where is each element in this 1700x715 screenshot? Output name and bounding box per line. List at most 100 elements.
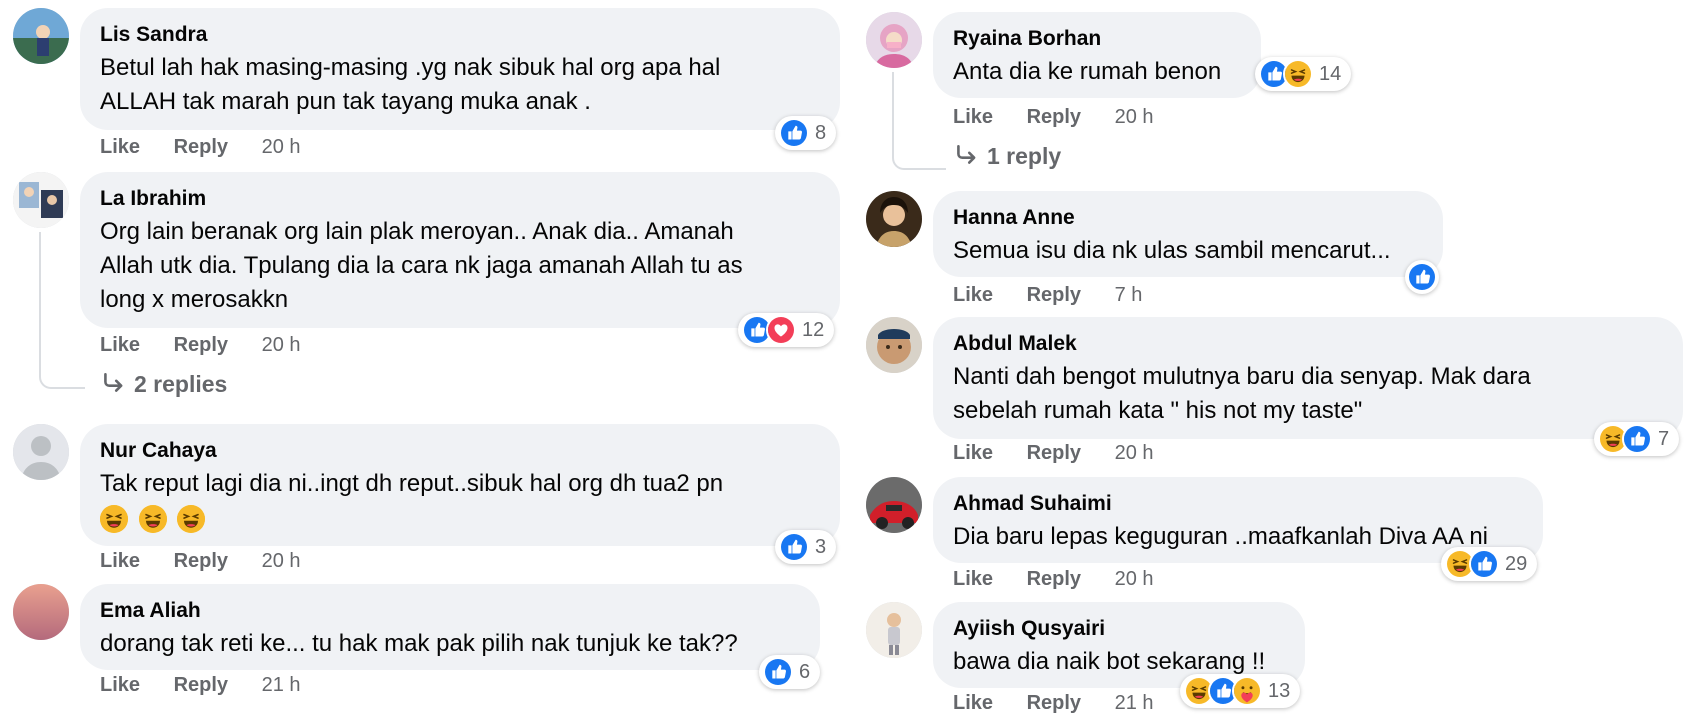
avatar[interactable] xyxy=(13,8,69,64)
avatar[interactable] xyxy=(866,317,922,373)
like-button[interactable]: Like xyxy=(100,334,140,356)
comment-actions: Like Reply 20 h xyxy=(953,442,1154,465)
like-button[interactable]: Like xyxy=(953,284,993,306)
comment-timestamp[interactable]: 20 h xyxy=(262,550,301,572)
rolling-laughing-emoji-icon xyxy=(177,505,205,533)
reply-button[interactable]: Reply xyxy=(1027,568,1081,590)
like-button[interactable]: Like xyxy=(100,136,140,158)
comment-text-line: Tak reput lagi dia ni..ingt dh reput..si… xyxy=(100,470,724,497)
comment-timestamp[interactable]: 20 h xyxy=(262,334,301,356)
comment-actions: Like Reply 20 h xyxy=(953,106,1154,129)
comment-text-line: sebelah rumah kata " his not my taste" xyxy=(953,397,1363,424)
reaction-count: 14 xyxy=(1319,62,1342,85)
reaction-count: 29 xyxy=(1505,552,1528,575)
avatar[interactable] xyxy=(13,424,69,480)
comment-author[interactable]: La Ibrahim xyxy=(100,186,820,212)
like-icon xyxy=(763,657,793,687)
comment-text-line: ALLAH tak marah pun tak tayang muka anak… xyxy=(100,88,591,115)
reaction-count: 7 xyxy=(1658,427,1670,450)
care-icon xyxy=(1232,676,1262,706)
reaction-count: 6 xyxy=(799,660,811,683)
reply-button[interactable]: Reply xyxy=(1027,692,1081,714)
comment-author[interactable]: Ahmad Suhaimi xyxy=(953,491,1523,517)
comment-text-line: Nanti dah bengot mulutnya baru dia senya… xyxy=(953,363,1531,390)
reaction-summary[interactable]: 14 xyxy=(1255,57,1352,91)
reply-button[interactable]: Reply xyxy=(174,136,228,158)
comment-bubble: La Ibrahim Org lain beranak org lain pla… xyxy=(80,172,840,328)
comment-emoji-line xyxy=(100,501,820,535)
comment-actions: Like Reply 20 h xyxy=(100,550,301,573)
reply-button[interactable]: Reply xyxy=(1027,106,1081,128)
reaction-count: 12 xyxy=(802,318,825,341)
reaction-summary[interactable]: 6 xyxy=(759,655,821,689)
comment-timestamp[interactable]: 20 h xyxy=(1115,568,1154,590)
reply-button[interactable]: Reply xyxy=(174,550,228,572)
reply-button[interactable]: Reply xyxy=(1027,442,1081,464)
reaction-summary[interactable] xyxy=(1405,260,1439,294)
comment-timestamp[interactable]: 20 h xyxy=(1115,106,1154,128)
like-button[interactable]: Like xyxy=(953,106,993,128)
avatar[interactable] xyxy=(866,191,922,247)
reply-arrow-icon xyxy=(953,142,979,168)
haha-icon xyxy=(1283,59,1313,89)
like-button[interactable]: Like xyxy=(953,442,993,464)
reaction-summary[interactable]: 12 xyxy=(738,313,835,347)
comment-actions: Like Reply 20 h xyxy=(100,136,301,159)
comment-author[interactable]: Abdul Malek xyxy=(953,331,1663,357)
reaction-summary[interactable]: 13 xyxy=(1180,674,1301,708)
comment-timestamp[interactable]: 21 h xyxy=(1115,692,1154,714)
avatar[interactable] xyxy=(13,172,69,228)
comment-author[interactable]: Hanna Anne xyxy=(953,205,1423,231)
reaction-summary[interactable]: 29 xyxy=(1441,547,1538,581)
comment-timestamp[interactable]: 20 h xyxy=(262,136,301,158)
comment-bubble: Lis Sandra Betul lah hak masing-masing .… xyxy=(80,8,840,130)
rolling-laughing-emoji-icon xyxy=(139,505,167,533)
comment-actions: Like Reply 20 h xyxy=(100,334,301,357)
replies-count-label: 1 reply xyxy=(987,143,1062,169)
comment-text-line: Allah utk dia. Tpulang dia la cara nk ja… xyxy=(100,252,743,279)
view-replies-link[interactable]: 2 replies xyxy=(100,370,227,398)
avatar[interactable] xyxy=(866,477,922,533)
thread-line xyxy=(39,232,85,389)
comment-timestamp[interactable]: 21 h xyxy=(262,674,301,696)
replies-count-label: 2 replies xyxy=(134,371,228,397)
rolling-laughing-emoji-icon xyxy=(100,505,128,533)
comment-bubble: Hanna Anne Semua isu dia nk ulas sambil … xyxy=(933,191,1443,277)
comment-bubble: Abdul Malek Nanti dah bengot mulutnya ba… xyxy=(933,317,1683,439)
comment-author[interactable]: Ayiish Qusyairi xyxy=(953,616,1285,642)
comment-text-line: dorang tak reti ke... tu hak mak pak pil… xyxy=(100,630,738,657)
reply-button[interactable]: Reply xyxy=(174,674,228,696)
comment-author[interactable]: Ryaina Borhan xyxy=(953,26,1241,52)
like-button[interactable]: Like xyxy=(953,568,993,590)
like-button[interactable]: Like xyxy=(100,674,140,696)
like-button[interactable]: Like xyxy=(100,550,140,572)
comment-text-line: Betul lah hak masing-masing .yg nak sibu… xyxy=(100,54,721,81)
avatar[interactable] xyxy=(866,12,922,68)
reaction-count: 3 xyxy=(815,535,827,558)
like-button[interactable]: Like xyxy=(953,692,993,714)
like-icon xyxy=(779,532,809,562)
like-icon xyxy=(1622,424,1652,454)
reaction-summary[interactable]: 3 xyxy=(775,530,837,564)
reply-arrow-icon xyxy=(100,370,126,396)
comment-author[interactable]: Nur Cahaya xyxy=(100,438,820,464)
comment-text-line: Semua isu dia nk ulas sambil mencarut... xyxy=(953,237,1391,264)
comment-text-line: long x merosakkn xyxy=(100,286,289,313)
like-icon xyxy=(1407,262,1437,292)
avatar[interactable] xyxy=(13,584,69,640)
comment-actions: Like Reply 7 h xyxy=(953,284,1142,307)
reply-button[interactable]: Reply xyxy=(1027,284,1081,306)
view-replies-link[interactable]: 1 reply xyxy=(953,142,1061,170)
comment-bubble: Ryaina Borhan Anta dia ke rumah benon xyxy=(933,12,1261,98)
comment-author[interactable]: Lis Sandra xyxy=(100,22,820,48)
reaction-summary[interactable]: 7 xyxy=(1594,422,1680,456)
comment-bubble: Nur Cahaya Tak reput lagi dia ni..ingt d… xyxy=(80,424,840,546)
comment-timestamp[interactable]: 20 h xyxy=(1115,442,1154,464)
comment-author[interactable]: Ema Aliah xyxy=(100,598,800,624)
comment-text-line: Dia baru lepas keguguran ..maafkanlah Di… xyxy=(953,523,1488,550)
reaction-summary[interactable]: 8 xyxy=(775,116,837,150)
comment-timestamp[interactable]: 7 h xyxy=(1115,284,1143,306)
comment-actions: Like Reply 21 h xyxy=(100,674,301,697)
avatar[interactable] xyxy=(866,602,922,658)
reply-button[interactable]: Reply xyxy=(174,334,228,356)
